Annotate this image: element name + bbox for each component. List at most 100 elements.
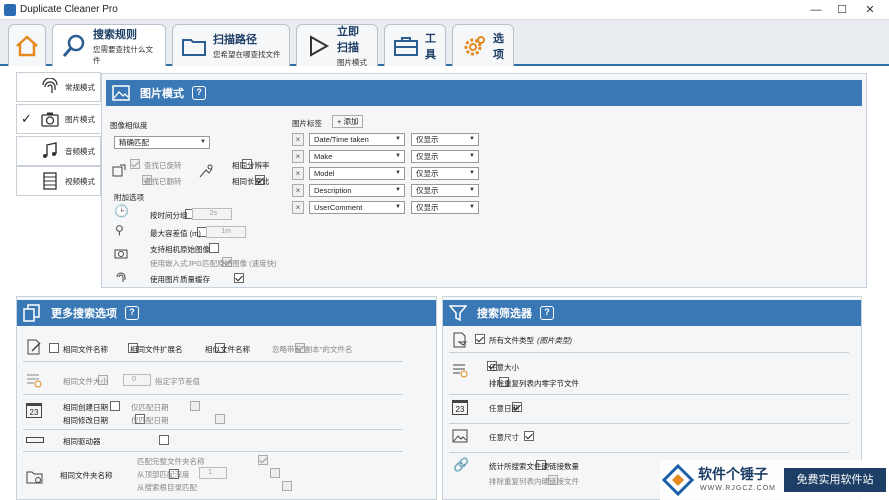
- divider: [23, 394, 403, 395]
- size-diff-label: 指定字节差值: [155, 377, 200, 386]
- depth-spinner[interactable]: 1: [199, 467, 227, 479]
- same-created-checkbox[interactable]: [110, 401, 121, 411]
- picture-icon: [112, 85, 130, 101]
- tab-label: 扫描路径: [213, 34, 257, 46]
- max-distance-label: 最大容差值 (m): [150, 229, 201, 238]
- any-size-label: 任意大小: [489, 363, 519, 372]
- mode-audio[interactable]: 音频模式: [16, 136, 101, 166]
- only-date-label: 仅匹配日期: [131, 403, 169, 412]
- watermark-url: WWW.RJGCZ.COM: [700, 485, 776, 492]
- similarity-select[interactable]: 精确匹配: [114, 136, 210, 149]
- help-icon[interactable]: ?: [125, 306, 139, 320]
- extra-options-label: 附加选项: [114, 193, 144, 202]
- tag-select[interactable]: UserComment: [309, 201, 405, 214]
- tab-scan-now[interactable]: 立即扫描 图片模式: [296, 24, 378, 67]
- find-flipped-label: 查找已翻转: [144, 177, 182, 186]
- title-bar: Duplicate Cleaner Pro — ☐ ✕: [0, 0, 889, 20]
- same-drive-checkbox[interactable]: [159, 435, 170, 445]
- similarity-label: 图像相似度: [110, 121, 148, 130]
- divider: [23, 429, 403, 430]
- from-search-radio[interactable]: [282, 481, 293, 491]
- help-icon[interactable]: ?: [192, 86, 206, 100]
- only-date-label: 仅匹配日期: [131, 416, 169, 425]
- file-edit-icon: [27, 339, 41, 355]
- resolution-icon: [199, 164, 213, 178]
- tab-tools[interactable]: 工具: [384, 24, 446, 66]
- app-icon: [4, 4, 16, 16]
- from-top-radio[interactable]: [269, 468, 280, 478]
- mode-label: 图片模式: [65, 114, 95, 124]
- same-modified-label: 相同修改日期: [63, 416, 108, 425]
- same-drive-label: 相同驱动器: [63, 437, 101, 446]
- more-options-panel: 更多搜索选项 ? 相同文件名称 相同文件扩展名 相似文件名称 忽略带有"副本"的…: [16, 296, 437, 500]
- ignore-copy-label: 忽略带有"副本"的文件名: [272, 345, 353, 354]
- full-folder-radio[interactable]: [257, 455, 268, 465]
- divider: [449, 352, 849, 353]
- fingerprint-icon: [42, 78, 58, 93]
- close-button[interactable]: ✕: [862, 2, 878, 18]
- panel-title: 图片模式: [140, 88, 184, 100]
- mode-video[interactable]: 视频模式: [16, 166, 101, 196]
- mode-normal[interactable]: 常规模式: [16, 72, 101, 102]
- cache-label: 使用图片质量缓存: [150, 275, 210, 284]
- link-icon: 🔗: [453, 457, 470, 472]
- picture-small-icon: [452, 429, 468, 443]
- fingerprint-small-icon: [116, 272, 126, 282]
- copy-icon: [23, 304, 40, 322]
- camera-raw-label: 支持相机原始图像: [150, 245, 210, 254]
- tab-bar: 搜索规则 您需要查找什么文件 扫描路径 您希望在哪查找文件 立即扫描 图片模式 工具 …: [0, 20, 889, 67]
- minimize-button[interactable]: —: [808, 2, 824, 18]
- full-folder-label: 匹配完整文件夹名称: [137, 457, 205, 466]
- find-rotated-label: 查找已旋转: [144, 161, 182, 170]
- cache-checkbox[interactable]: [233, 273, 244, 283]
- add-tag-button[interactable]: + 添加: [332, 115, 364, 128]
- clock-icon: 🕒: [114, 204, 129, 218]
- panel-header: 图片模式 ?: [106, 80, 862, 106]
- camera-raw-checkbox[interactable]: [209, 243, 220, 253]
- size-spinner[interactable]: 0: [123, 374, 151, 386]
- tab-home[interactable]: [8, 24, 46, 66]
- divider: [23, 361, 403, 362]
- find-rotated-checkbox[interactable]: [130, 159, 140, 169]
- tag-mode-select[interactable]: 仅显示: [411, 150, 479, 163]
- same-folder-label: 相同文件夹名称: [60, 471, 113, 480]
- camera-small-icon: [114, 249, 128, 259]
- remove-tag-button[interactable]: ×: [292, 167, 304, 180]
- divider: [23, 451, 403, 452]
- tag-mode-select[interactable]: 仅显示: [411, 184, 479, 197]
- distance-spinner[interactable]: 1m: [206, 226, 246, 238]
- help-icon[interactable]: ?: [540, 306, 554, 320]
- remove-tag-button[interactable]: ×: [292, 201, 304, 214]
- file-size-icon: [453, 364, 468, 378]
- tag-select[interactable]: Date/Time taken: [309, 133, 405, 146]
- same-name-checkbox[interactable]: [49, 343, 59, 353]
- watermark-brand: 软件个锤子: [698, 466, 768, 482]
- tag-select[interactable]: Model: [309, 167, 405, 180]
- tag-select[interactable]: Make: [309, 150, 405, 163]
- panel-header: 更多搜索选项 ?: [17, 300, 436, 326]
- tag-mode-select[interactable]: 仅显示: [411, 201, 479, 214]
- time-spinner[interactable]: 2s: [192, 208, 232, 220]
- maximize-button[interactable]: ☐: [834, 2, 850, 18]
- tags-label: 图片标签: [292, 119, 322, 128]
- tab-sub: 图片模式: [337, 58, 367, 67]
- remove-tag-button[interactable]: ×: [292, 184, 304, 197]
- gear-icon: [464, 35, 485, 55]
- file-size-icon: [27, 374, 42, 388]
- image-mode-panel: 图片模式 ? 图像相似度 精确匹配 查找已旋转 查找已翻转 相同分辨率 相同长宽…: [101, 73, 867, 288]
- only-date-modified-checkbox[interactable]: [214, 414, 225, 424]
- only-date-created-checkbox[interactable]: [190, 401, 201, 411]
- tab-options[interactable]: 选项: [452, 24, 514, 66]
- tab-scan-path[interactable]: 扫描路径 您希望在哪查找文件: [172, 24, 290, 66]
- mode-image[interactable]: ✓ 图片模式: [16, 104, 101, 134]
- remove-tag-button[interactable]: ×: [292, 150, 304, 163]
- all-types-checkbox[interactable]: [475, 334, 485, 344]
- any-dimension-checkbox[interactable]: [523, 431, 534, 441]
- tab-search-rules[interactable]: 搜索规则 您需要查找什么文件: [52, 24, 166, 66]
- tag-mode-select[interactable]: 仅显示: [411, 133, 479, 146]
- any-date-label: 任意日期: [489, 404, 519, 413]
- tag-mode-select[interactable]: 仅显示: [411, 167, 479, 180]
- remove-tag-button[interactable]: ×: [292, 133, 304, 146]
- watermark-logo-icon: [662, 464, 694, 496]
- tag-select[interactable]: Description: [309, 184, 405, 197]
